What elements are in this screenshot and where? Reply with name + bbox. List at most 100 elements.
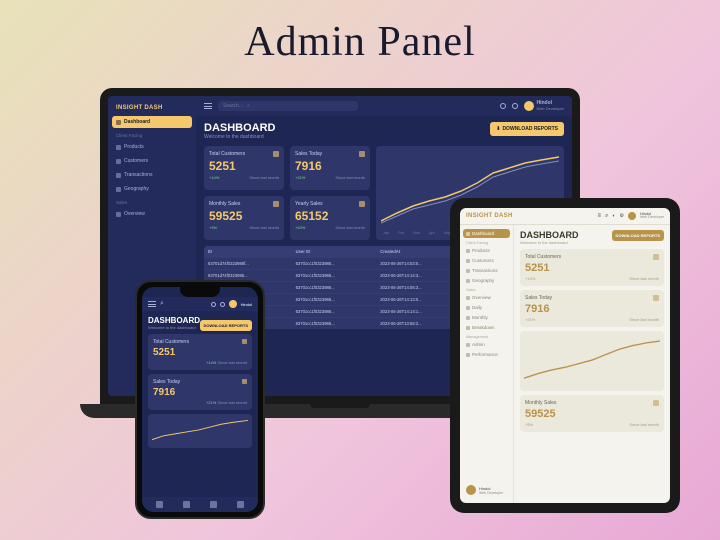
- search-icon[interactable]: ⌕: [605, 213, 608, 220]
- nav-products[interactable]: Products: [112, 141, 192, 153]
- nav-dashboard[interactable]: Dashboard: [463, 229, 510, 238]
- nav-section-client: Client Facing: [112, 130, 192, 139]
- search-input[interactable]: Search...⌕: [218, 101, 358, 111]
- nav-dashboard[interactable]: Dashboard: [112, 116, 192, 128]
- stat-total-customers: Total Customers 5251 +14%Since last mont…: [520, 249, 664, 286]
- stat-sales-today: Sales Today 7916 +21% Since last month: [148, 374, 252, 410]
- settings-icon[interactable]: [220, 302, 225, 307]
- globe-icon: [116, 187, 121, 192]
- avatar: [466, 485, 476, 495]
- settings-icon[interactable]: [512, 103, 518, 109]
- nav-breakdown[interactable]: Breakdown: [463, 323, 510, 332]
- download-reports-button[interactable]: ⬇ DOWNLOAD REPORTS: [490, 122, 564, 136]
- stat-sales-today: Sales Today 7916 +21%Since last month: [520, 290, 664, 327]
- stat-yearly-sales: Yearly Sales 65152 +43%Since last month: [290, 196, 370, 240]
- nav-admin[interactable]: Admin: [463, 340, 510, 349]
- page-title: DASHBOARD: [204, 122, 276, 134]
- stat-monthly-sales: Monthly Sales 59525 +5%Since last month: [520, 395, 664, 432]
- brand-logo: INSIGHT DASH: [112, 102, 192, 114]
- nav-monthly[interactable]: Monthly: [463, 313, 510, 322]
- stat-value: 5251: [153, 347, 247, 358]
- nav-overview[interactable]: Overview: [463, 293, 510, 302]
- chart-icon: [116, 212, 121, 217]
- brand-logo: INSIGHT DASH: [466, 213, 513, 219]
- settings-icon[interactable]: ⚙: [619, 213, 623, 219]
- nav-icon[interactable]: [237, 501, 244, 508]
- stat-value: 7916: [153, 387, 247, 398]
- tablet-topbar: INSIGHT DASH ≡ ⌕ ◐ ⚙ Hindol Web Develope…: [460, 208, 670, 225]
- search-icon[interactable]: ⌕: [160, 300, 164, 308]
- th-user[interactable]: User ID: [292, 246, 377, 258]
- people-icon: [116, 159, 121, 164]
- stat-value: 59525: [525, 408, 659, 420]
- avatar: [524, 101, 534, 111]
- nav-section: Sales: [463, 286, 510, 292]
- theme-toggle-icon[interactable]: [211, 302, 216, 307]
- nav-transactions[interactable]: Transactions: [112, 169, 192, 181]
- nav-icon[interactable]: [156, 501, 163, 508]
- user-name: Hindol: [241, 302, 252, 307]
- search-icon: ⌕: [247, 103, 250, 109]
- user-role: Web Developer: [640, 216, 664, 220]
- nav-performance[interactable]: Performance: [463, 350, 510, 359]
- user-icon: [653, 400, 659, 406]
- user-menu[interactable]: Hindol Web Developer: [524, 101, 565, 111]
- nav-section: Client Facing: [463, 239, 510, 245]
- nav-overview[interactable]: Overview: [112, 208, 192, 220]
- stat-value: 5251: [525, 262, 659, 274]
- receipt-icon: [116, 173, 121, 178]
- phone-topbar: ⌕ Hindol: [142, 297, 258, 311]
- sidebar-user[interactable]: HindolWeb Developer: [463, 481, 510, 499]
- sale-icon: [242, 379, 247, 384]
- user-icon: [273, 201, 279, 207]
- download-reports-button[interactable]: DOWNLOAD REPORTS: [200, 320, 252, 331]
- email-icon: [653, 254, 659, 260]
- stat-value: 7916: [295, 159, 365, 173]
- sale-icon: [653, 295, 659, 301]
- stat-value: 59525: [209, 209, 279, 223]
- home-icon: [116, 120, 121, 125]
- stat-total-customers: Total Customers 5251 +14%Since last mont…: [204, 146, 284, 190]
- nav-products[interactable]: Products: [463, 246, 510, 255]
- nav-geography[interactable]: Geography: [112, 183, 192, 195]
- theme-toggle-icon[interactable]: ◐: [612, 213, 615, 219]
- nav-section: Management: [463, 333, 510, 339]
- phone-mockup: ⌕ Hindol DASHBOARD Welcome to the dashbo…: [135, 280, 265, 519]
- th-id[interactable]: ID: [204, 246, 292, 258]
- stat-value: 65152: [295, 209, 365, 223]
- stat-value: 7916: [525, 303, 659, 315]
- traffic-icon: [359, 201, 365, 207]
- nav-section-sales: Sales: [112, 197, 192, 206]
- email-icon: [273, 151, 279, 157]
- phone-chart: [148, 414, 252, 448]
- tablet-mockup: INSIGHT DASH ≡ ⌕ ◐ ⚙ Hindol Web Develope…: [450, 198, 680, 513]
- nav-customers[interactable]: Customers: [112, 155, 192, 167]
- theme-toggle-icon[interactable]: [500, 103, 506, 109]
- stat-sales-today: Sales Today 7916 +21%Since last month: [290, 146, 370, 190]
- tablet-chart: [520, 331, 664, 391]
- page-subtitle: Welcome to the dashboard: [204, 134, 276, 140]
- stat-total-customers: Total Customers 5251 +14% Since last mon…: [148, 334, 252, 370]
- download-reports-button[interactable]: DOWNLOAD REPORTS: [612, 230, 664, 241]
- user-role: Web Developer: [537, 107, 565, 111]
- hero-title: Admin Panel: [0, 0, 720, 66]
- stat-monthly-sales: Monthly Sales 59525 +5%Since last month: [204, 196, 284, 240]
- menu-icon[interactable]: [204, 103, 212, 109]
- page-title: DASHBOARD: [520, 230, 579, 240]
- cart-icon: [116, 145, 121, 150]
- menu-icon[interactable]: [148, 301, 156, 307]
- email-icon: [242, 339, 247, 344]
- topbar: Search...⌕ Hindol Web Developer: [196, 96, 572, 116]
- nav-transactions[interactable]: Transactions: [463, 266, 510, 275]
- avatar[interactable]: [229, 300, 237, 308]
- nav-icon[interactable]: [183, 501, 190, 508]
- nav-icon[interactable]: [210, 501, 217, 508]
- sale-icon: [359, 151, 365, 157]
- nav-daily[interactable]: Daily: [463, 303, 510, 312]
- nav-geography[interactable]: Geography: [463, 276, 510, 285]
- nav-customers[interactable]: Customers: [463, 256, 510, 265]
- page-subtitle: Welcome to the dashboard: [520, 240, 579, 245]
- tablet-sidebar: Dashboard Client Facing Products Custome…: [460, 225, 514, 503]
- avatar[interactable]: [628, 212, 636, 220]
- menu-icon[interactable]: ≡: [598, 213, 602, 219]
